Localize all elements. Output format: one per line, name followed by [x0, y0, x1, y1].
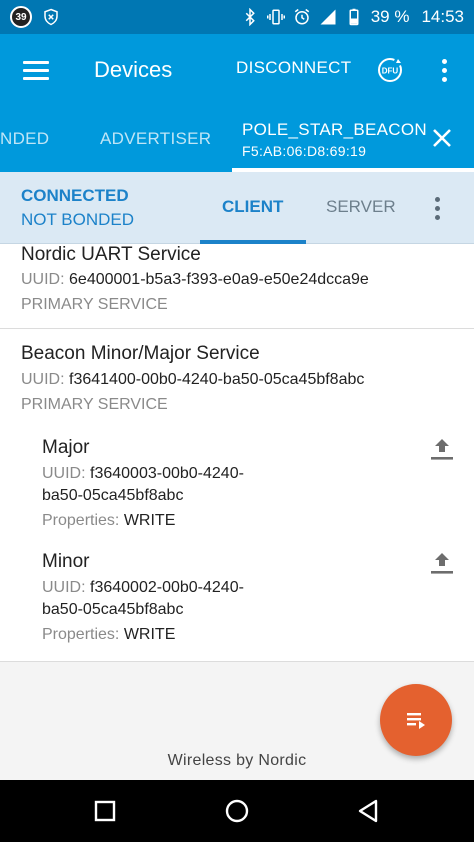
dfu-icon[interactable]: DFU — [376, 56, 404, 84]
vibrate-icon — [266, 9, 285, 25]
tab-device[interactable]: POLE_STAR_BEACON F5:AB:06:D8:69:19 — [242, 106, 427, 172]
shield-icon — [44, 8, 58, 26]
close-icon[interactable] — [430, 126, 454, 150]
characteristic-properties: Properties: WRITE — [42, 626, 176, 643]
log-fab-button[interactable] — [380, 684, 452, 756]
upload-icon[interactable] — [428, 549, 456, 577]
characteristic-name: Major — [42, 437, 90, 458]
tab-client[interactable]: CLIENT — [222, 197, 283, 217]
status-bar: 39 39 % 14:53 — [0, 0, 474, 34]
back-icon[interactable] — [354, 796, 384, 826]
disconnect-button[interactable]: DISCONNECT — [236, 58, 351, 78]
service-uuid: UUID: f3641400-00b0-4240-ba50-05ca45bf8a… — [21, 371, 365, 388]
connection-overflow-icon[interactable] — [432, 194, 442, 222]
characteristic-uuid: UUID: f3640002-00b0-4240- ba50-05ca45bf8… — [42, 579, 244, 618]
notification-badge: 39 — [10, 6, 32, 28]
list-log-icon — [407, 713, 425, 729]
bluetooth-icon — [245, 8, 255, 26]
bond-status: NOT BONDED — [21, 210, 135, 229]
characteristic-uuid: UUID: f3640003-00b0-4240- ba50-05ca45bf8… — [42, 465, 244, 504]
device-name: POLE_STAR_BEACON — [242, 119, 427, 139]
alarm-icon — [294, 8, 309, 25]
characteristic-name: Minor — [42, 551, 90, 572]
tab-advertiser[interactable]: ADVERTISER — [100, 106, 211, 172]
service-name: Beacon Minor/Major Service — [21, 343, 260, 364]
tab-bonded[interactable]: NDED — [0, 106, 49, 172]
menu-icon[interactable] — [0, 34, 72, 106]
upload-icon[interactable] — [428, 435, 456, 463]
service-uuid: UUID: 6e400001-b5a3-f393-e0a9-e50e24dcca… — [21, 271, 369, 288]
home-icon[interactable] — [222, 796, 252, 826]
signal-icon — [320, 9, 336, 25]
clock: 14:53 — [421, 7, 464, 26]
page-title: Devices — [94, 57, 173, 82]
navigation-bar — [0, 780, 474, 842]
overflow-menu-icon[interactable] — [436, 56, 452, 84]
device-address: F5:AB:06:D8:69:19 — [242, 142, 367, 159]
connection-status: CONNECTED — [21, 186, 129, 205]
service-type: PRIMARY SERVICE — [21, 396, 168, 413]
device-tabs: NDED ADVERTISER POLE_STAR_BEACON F5:AB:0… — [0, 106, 474, 172]
battery-level: 39 % — [370, 7, 410, 26]
footer-branding: Wireless by Nordic — [167, 752, 307, 769]
connection-bar: CONNECTED NOT BONDED CLIENT SERVER — [0, 172, 474, 244]
tab-server[interactable]: SERVER — [326, 197, 396, 217]
battery-icon — [349, 8, 359, 26]
service-item[interactable]: Beacon Minor/Major Service UUID: f364140… — [0, 329, 474, 662]
characteristic-properties: Properties: WRITE — [42, 512, 176, 529]
service-type: PRIMARY SERVICE — [21, 296, 168, 313]
service-name: Nordic UART Service — [21, 244, 201, 265]
app-bar: Devices DISCONNECT DFU — [0, 34, 474, 106]
dfu-label: DFU — [382, 67, 399, 76]
service-item[interactable]: Nordic UART Service UUID: 6e400001-b5a3-… — [0, 244, 474, 329]
recents-icon[interactable] — [90, 796, 120, 826]
